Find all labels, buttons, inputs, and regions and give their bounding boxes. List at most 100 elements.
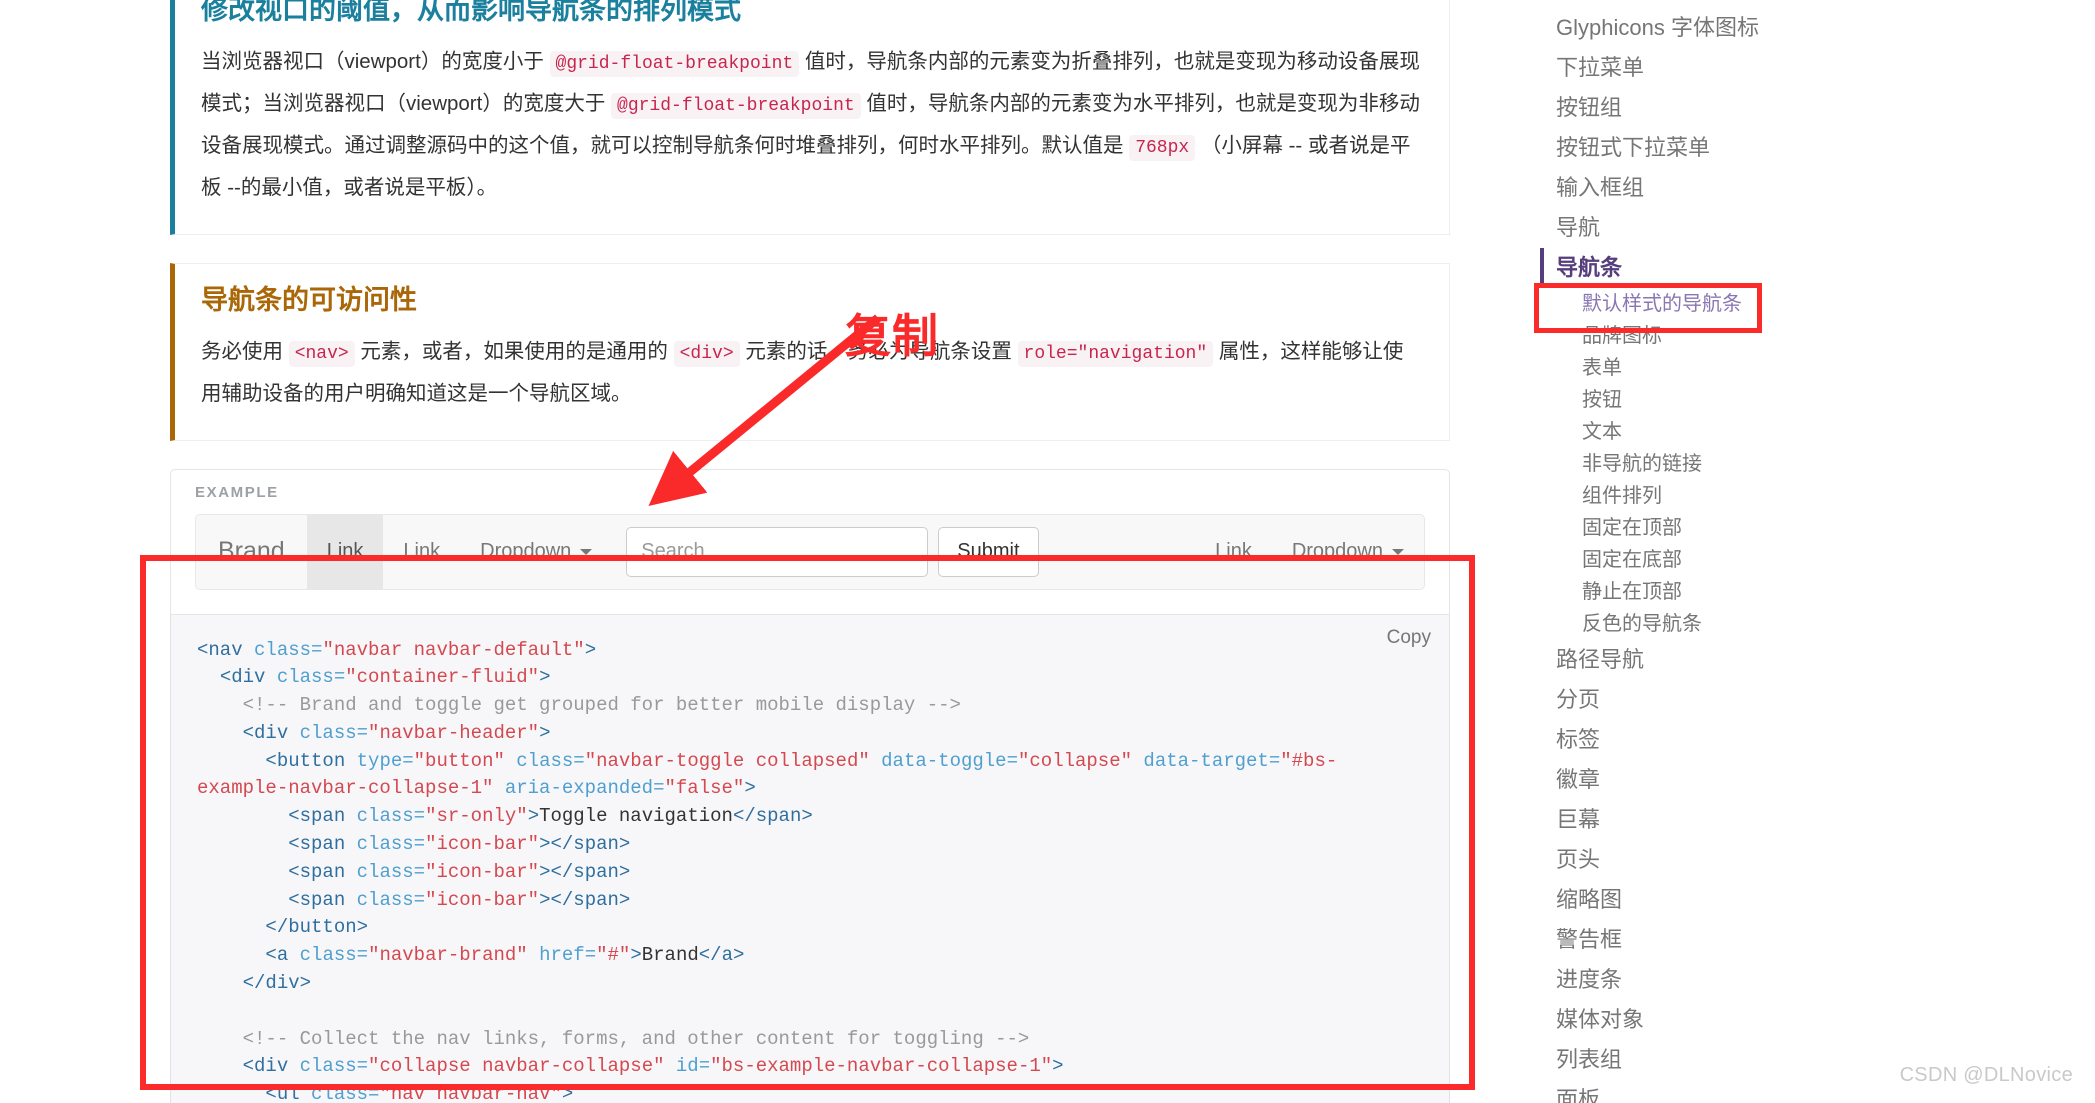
sidebar-item-6[interactable]: 导航条 xyxy=(1540,248,2010,288)
sidebar-item-4[interactable]: 输入框组 xyxy=(1540,168,2010,208)
code-token: Toggle navigation xyxy=(539,805,733,828)
sidebar-nav: Glyphicons 字体图标下拉菜单 按钮组 按钮式下拉菜单 输入框组 导航导航条默认… xyxy=(1540,0,2010,1103)
sidebar-item-12[interactable]: 非导航的链接 xyxy=(1540,448,2010,480)
code-token: <div xyxy=(219,666,277,689)
chevron-down-icon xyxy=(1392,548,1404,555)
code-token: "nav navbar-nav" xyxy=(379,1083,562,1103)
sidebar-item-23[interactable]: 页头 xyxy=(1540,840,2010,880)
code-token: "collapse" xyxy=(1017,749,1133,772)
code-token: data-toggle= xyxy=(869,749,1018,772)
navbar-link-right[interactable]: Link xyxy=(1195,515,1272,589)
sidebar-item-2[interactable]: 按钮组 xyxy=(1540,88,2010,128)
code-token: "container-fluid" xyxy=(345,666,540,689)
sidebar-item-label: 媒体对象 xyxy=(1556,1007,1645,1032)
sidebar-item-21[interactable]: 徽章 xyxy=(1540,760,2010,800)
code-token: <div xyxy=(242,1055,300,1078)
code-token: class= xyxy=(299,1055,369,1078)
navbar-dropdown-left[interactable]: Dropdown xyxy=(460,515,612,589)
sidebar-item-24[interactable]: 缩略图 xyxy=(1540,880,2010,920)
submit-button[interactable]: Submit xyxy=(938,526,1039,577)
sidebar-item-label: Glyphicons 字体图标 xyxy=(1556,15,1759,40)
callout-breakpoint-body: 当浏览器视口（viewport）的宽度小于 @grid-float-breakp… xyxy=(201,49,1420,199)
navbar-brand[interactable]: Brand xyxy=(196,515,307,589)
code-token: > xyxy=(539,721,551,744)
sidebar-item-9[interactable]: 表单 xyxy=(1540,352,2010,384)
sidebar-item-26[interactable]: 进度条 xyxy=(1540,960,2010,1000)
code-token: class= xyxy=(299,944,369,967)
sidebar-item-27[interactable]: 媒体对象 xyxy=(1540,1000,2010,1040)
sidebar-item-label: 品牌图标 xyxy=(1582,325,1662,347)
sidebar-item-label: 页头 xyxy=(1556,847,1601,872)
sidebar-item-22[interactable]: 巨幕 xyxy=(1540,800,2010,840)
code-token: <nav xyxy=(197,638,255,661)
navbar-link-right-label: Link xyxy=(1215,540,1252,562)
sidebar-item-label: 导航条 xyxy=(1556,255,1623,280)
code-token: type= xyxy=(356,749,414,772)
sidebar-item-8[interactable]: 品牌图标 xyxy=(1540,320,2010,352)
sidebar-item-16[interactable]: 静止在顶部 xyxy=(1540,576,2010,608)
sidebar-item-10[interactable]: 按钮 xyxy=(1540,384,2010,416)
sidebar-item-label: 缩略图 xyxy=(1556,887,1623,912)
callout-breakpoint: 修改视口的阈值，从而影响导航条的排列模式 当浏览器视口（viewport）的宽度… xyxy=(170,0,1450,235)
navbar-link-1[interactable]: Link xyxy=(306,514,384,589)
code-token: <button xyxy=(265,749,357,772)
code-token: "icon-bar" xyxy=(425,888,540,911)
sidebar-item-label: 固定在底部 xyxy=(1582,549,1682,571)
code-token: "collapse navbar-collapse" xyxy=(368,1055,665,1078)
inline-code: 768px xyxy=(1129,134,1196,161)
navbar-link-2[interactable]: Link xyxy=(383,515,460,589)
sidebar-item-label: 默认样式的导航条 xyxy=(1582,293,1742,315)
sidebar-item-20[interactable]: 标签 xyxy=(1540,720,2010,760)
sidebar-item-label: 表单 xyxy=(1582,357,1622,379)
sidebar-item-label: 进度条 xyxy=(1556,967,1623,992)
navbar-dropdown-right-label: Dropdown xyxy=(1291,540,1383,562)
search-input[interactable] xyxy=(626,526,929,577)
navbar-link-2-label: Link xyxy=(403,540,441,562)
sidebar-item-15[interactable]: 固定在底部 xyxy=(1540,544,2010,576)
code-token: > xyxy=(561,1083,574,1103)
code-token: "sr-only" xyxy=(425,805,528,828)
sidebar-item-7[interactable]: 默认样式的导航条 xyxy=(1540,288,2010,320)
sidebar-item-label: 巨幕 xyxy=(1556,807,1601,832)
sidebar-item-19[interactable]: 分页 xyxy=(1540,680,2010,720)
page-root: 修改视口的阈值，从而影响导航条的排列模式 当浏览器视口（viewport）的宽度… xyxy=(0,0,2095,1103)
sidebar-item-14[interactable]: 固定在顶部 xyxy=(1540,512,2010,544)
code-token: <span xyxy=(288,805,357,828)
navbar-dropdown-right[interactable]: Dropdown xyxy=(1272,515,1424,589)
code-token: > xyxy=(539,666,551,689)
copy-button[interactable]: Copy xyxy=(1387,627,1431,649)
code-token: class= xyxy=(356,833,426,856)
code-token: <div xyxy=(242,721,300,744)
code-token: data-target= xyxy=(1132,749,1281,772)
code-token: "#" xyxy=(596,944,631,967)
code-token: "navbar navbar-default" xyxy=(322,638,585,661)
code-token: class= xyxy=(356,805,426,828)
sidebar-item-1[interactable]: 下拉菜单 xyxy=(1540,48,2010,88)
code-token: Brand xyxy=(641,944,699,967)
sidebar-item-5[interactable]: 导航 xyxy=(1540,208,2010,248)
sidebar-item-0[interactable]: Glyphicons 字体图标 xyxy=(1540,8,2010,48)
sidebar-item-3[interactable]: 按钮式下拉菜单 xyxy=(1540,128,2010,168)
navbar-dropdown-left-label: Dropdown xyxy=(480,540,572,562)
sidebar-item-25[interactable]: 警告框 xyxy=(1540,920,2010,960)
sidebar-item-label: 非导航的链接 xyxy=(1582,453,1702,475)
sidebar-item-label: 分页 xyxy=(1556,687,1601,712)
code-token: <a xyxy=(265,944,300,967)
code-token: > xyxy=(1052,1055,1064,1078)
code-token: <!-- Collect the nav links, forms, and o… xyxy=(197,1027,1030,1050)
code-token: > xyxy=(584,638,597,661)
sidebar-item-18[interactable]: 路径导航 xyxy=(1540,640,2010,680)
sidebar-item-13[interactable]: 组件排列 xyxy=(1540,480,2010,512)
sidebar-item-11[interactable]: 文本 xyxy=(1540,416,2010,448)
code-token: </button> xyxy=(265,916,369,939)
main-content-column: 修改视口的阈值，从而影响导航条的排列模式 当浏览器视口（viewport）的宽度… xyxy=(0,0,1500,1103)
sidebar-item-17[interactable]: 反色的导航条 xyxy=(1540,608,2010,640)
inline-code: <nav> xyxy=(288,340,355,367)
code-token: </div> xyxy=(242,972,312,995)
